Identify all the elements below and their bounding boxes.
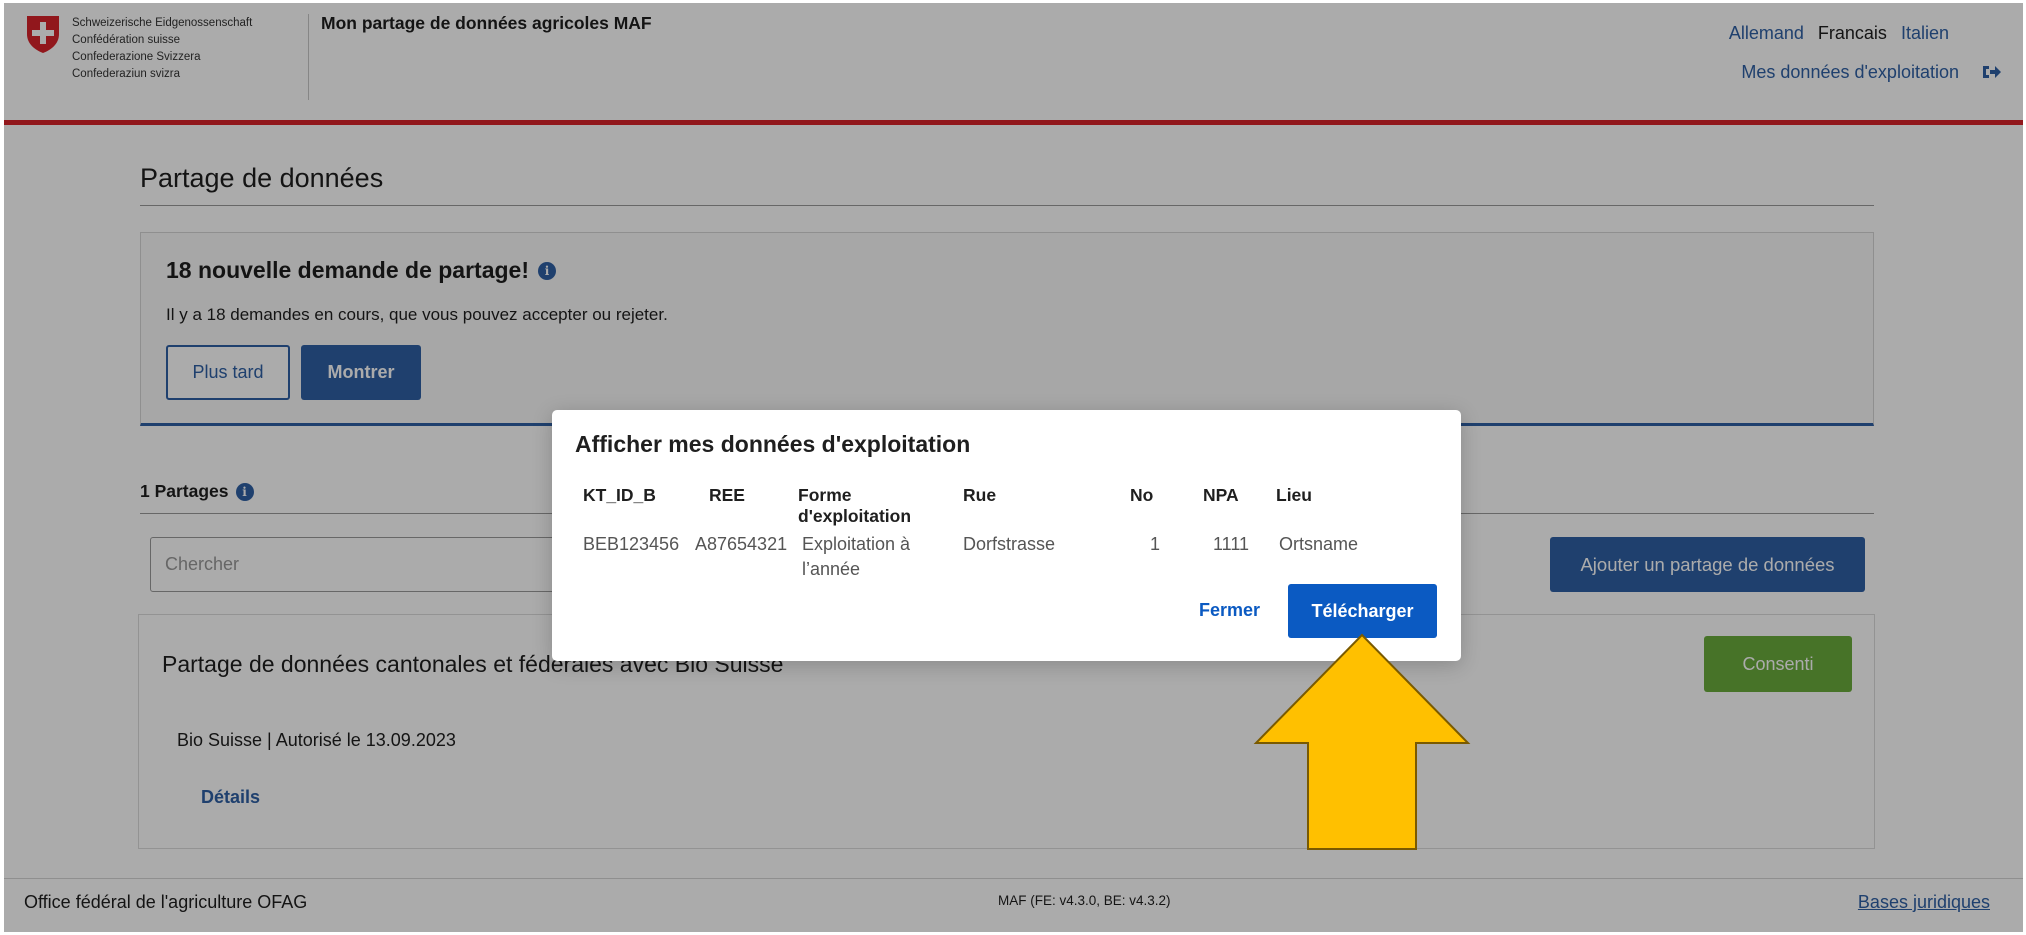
table-cell: A87654321 [695,534,788,554]
dialog-title: Afficher mes données d'exploitation [575,431,971,457]
column-header: Lieu [1276,485,1312,505]
download-button[interactable]: Télécharger [1288,584,1437,638]
column-header: No [1130,485,1154,505]
table-cell: BEB123456 [583,534,680,554]
table-cell: Ortsname [1279,534,1359,554]
table-cell: 1111 [1213,534,1250,554]
table-cell: 1 [1150,534,1161,554]
farm-data-dialog: Afficher mes données d'exploitation KT_I… [552,410,1461,661]
column-header: KT_ID_B [583,485,656,505]
column-header: Rue [963,485,997,505]
table-cell: Dorfstrasse [963,534,1056,554]
close-button[interactable]: Fermer [1192,596,1267,624]
up-arrow-icon [1253,633,1471,850]
column-header: REE [709,485,745,505]
table-cell: Exploitation à l’année [802,534,911,579]
column-header: NPA [1203,485,1239,505]
column-header: Forme d'exploitation [798,485,912,526]
